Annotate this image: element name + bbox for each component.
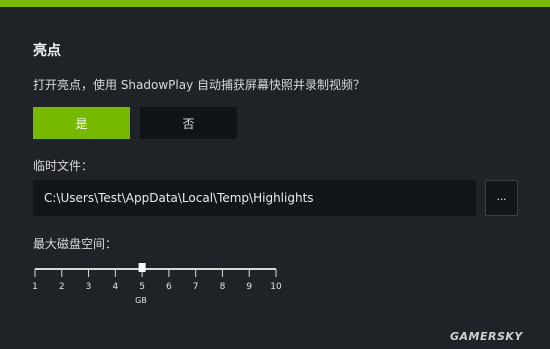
slider-tick-label: 8 [219,282,226,292]
panel-title: 亮点 [33,43,61,59]
slider-unit-label: GB [135,296,147,305]
slider-tick-label: 9 [246,282,253,292]
slider-tick-label: 3 [85,282,92,292]
yes-button[interactable]: 是 [33,107,130,139]
slider-tick-label: 10 [270,282,282,292]
no-button[interactable]: 否 [140,107,237,139]
slider-tick-label: 4 [112,282,119,292]
slider-tick-label: 5 [139,282,145,292]
slider-tick-label: 6 [166,282,172,292]
temp-path-field[interactable]: C:\Users\Test\AppData\Local\Temp\Highlig… [33,180,476,216]
highlights-settings-panel: 亮点 打开亮点，使用 ShadowPlay 自动捕获屏幕快照并录制视频？ 是 否… [0,0,550,349]
slider-thumb[interactable] [138,263,146,272]
disk-space-slider[interactable]: GB 1 2 3 4 5 6 7 8 9 10 [32,258,282,308]
slider-tick-label: 1 [32,282,38,292]
max-disk-space-label: 最大磁盘空间： [33,237,118,251]
accent-bar [0,0,550,7]
slider-tick-label: 7 [192,282,199,292]
browse-button[interactable]: ... [485,180,518,216]
slider-track-svg[interactable] [33,258,278,284]
temp-files-label: 临时文件： [33,159,94,173]
watermark: GAMERSKY [450,330,523,343]
slider-tick-label: 2 [58,282,65,292]
enable-highlights-question: 打开亮点，使用 ShadowPlay 自动捕获屏幕快照并录制视频？ [33,78,366,92]
